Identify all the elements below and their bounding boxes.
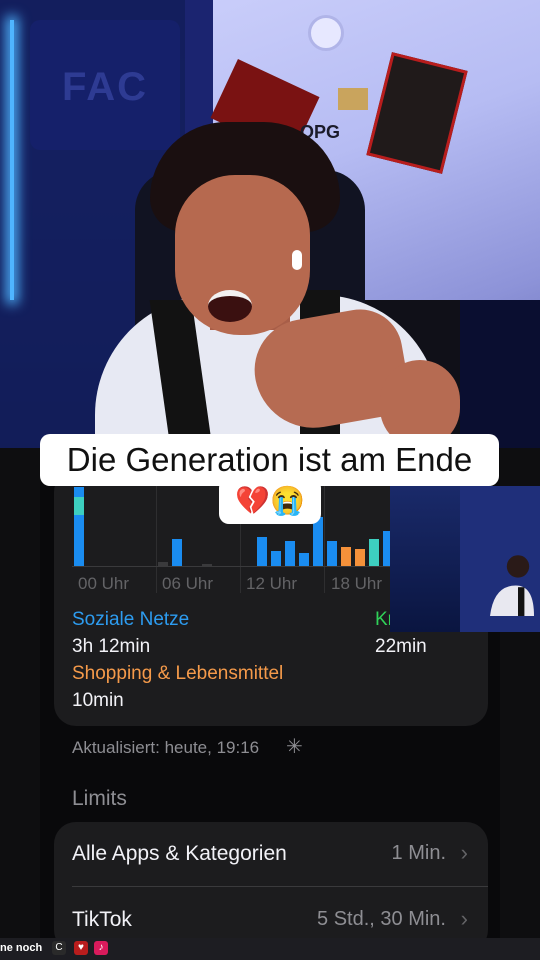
chevron-right-icon: › (460, 840, 468, 865)
limit-row-value: 1 Min. (391, 842, 446, 864)
app-icon[interactable]: C (52, 941, 66, 955)
sticker (338, 88, 368, 110)
chart-bar (172, 539, 182, 567)
chart-tick-label: 12 Uhr (246, 574, 298, 593)
pip-webcam (390, 486, 540, 632)
smoke-detector (308, 15, 344, 51)
limit-row-label: Alle Apps & Kategorien (72, 842, 287, 865)
taskbar: ne noch C ♥ ♪ (0, 938, 540, 960)
chevron-right-icon: › (460, 906, 468, 931)
chart-tick-label: 18 Uhr (331, 574, 383, 593)
chart-bar (327, 541, 337, 567)
led-strip (10, 20, 14, 300)
broken-heart-and-crying-icon: 💔😭 (235, 485, 305, 516)
loading-spinner-icon: ✳ (286, 736, 303, 758)
app-icon[interactable]: ♥ (74, 941, 88, 955)
category-name: Shopping & Lebensmittel (72, 663, 284, 684)
category-time: 22min (375, 636, 427, 657)
row-divider (72, 886, 488, 887)
category-time: 3h 12min (72, 636, 151, 657)
chart-bar (355, 549, 365, 567)
wall-sign-text: FAC (62, 65, 148, 109)
chart-bar (341, 547, 351, 567)
chart-bar (313, 517, 323, 567)
pip-person (490, 555, 534, 616)
category-name: Soziale Netze (72, 609, 190, 630)
chart-tick-label: 06 Uhr (162, 574, 214, 593)
chart-axis (72, 566, 402, 567)
video-caption-emoji: 💔😭 (219, 478, 321, 524)
limit-row-all-apps[interactable]: Alle Apps & Kategorien 1 Min. › (54, 822, 488, 887)
category-time: 10min (72, 690, 124, 711)
wall-sign: FAC (30, 20, 180, 150)
chart-bar (299, 553, 309, 567)
chart-bar (271, 551, 281, 567)
tiktok-icon[interactable]: ♪ (94, 941, 108, 955)
chart-bar (257, 537, 267, 567)
chart-bar-segment (74, 497, 84, 515)
last-updated-text: Aktualisiert: heute, 19:16 (72, 738, 260, 757)
side-border (0, 448, 40, 938)
taskbar-text: ne noch (0, 942, 43, 954)
chart-bar (285, 541, 295, 567)
earbud (292, 250, 302, 270)
chart-tick-label: 00 Uhr (78, 574, 130, 593)
webcam-feed: FAC OPG (0, 0, 540, 448)
limit-row-label: TikTok (72, 908, 132, 931)
person-mouth (208, 290, 252, 322)
bed (460, 300, 540, 448)
limits-list: Alle Apps & Kategorien 1 Min. › TikTok 5… (54, 822, 488, 952)
limit-row-value: 5 Std., 30 Min. (317, 908, 446, 930)
chart-bar (369, 539, 379, 567)
section-heading-limits: Limits (72, 787, 127, 810)
